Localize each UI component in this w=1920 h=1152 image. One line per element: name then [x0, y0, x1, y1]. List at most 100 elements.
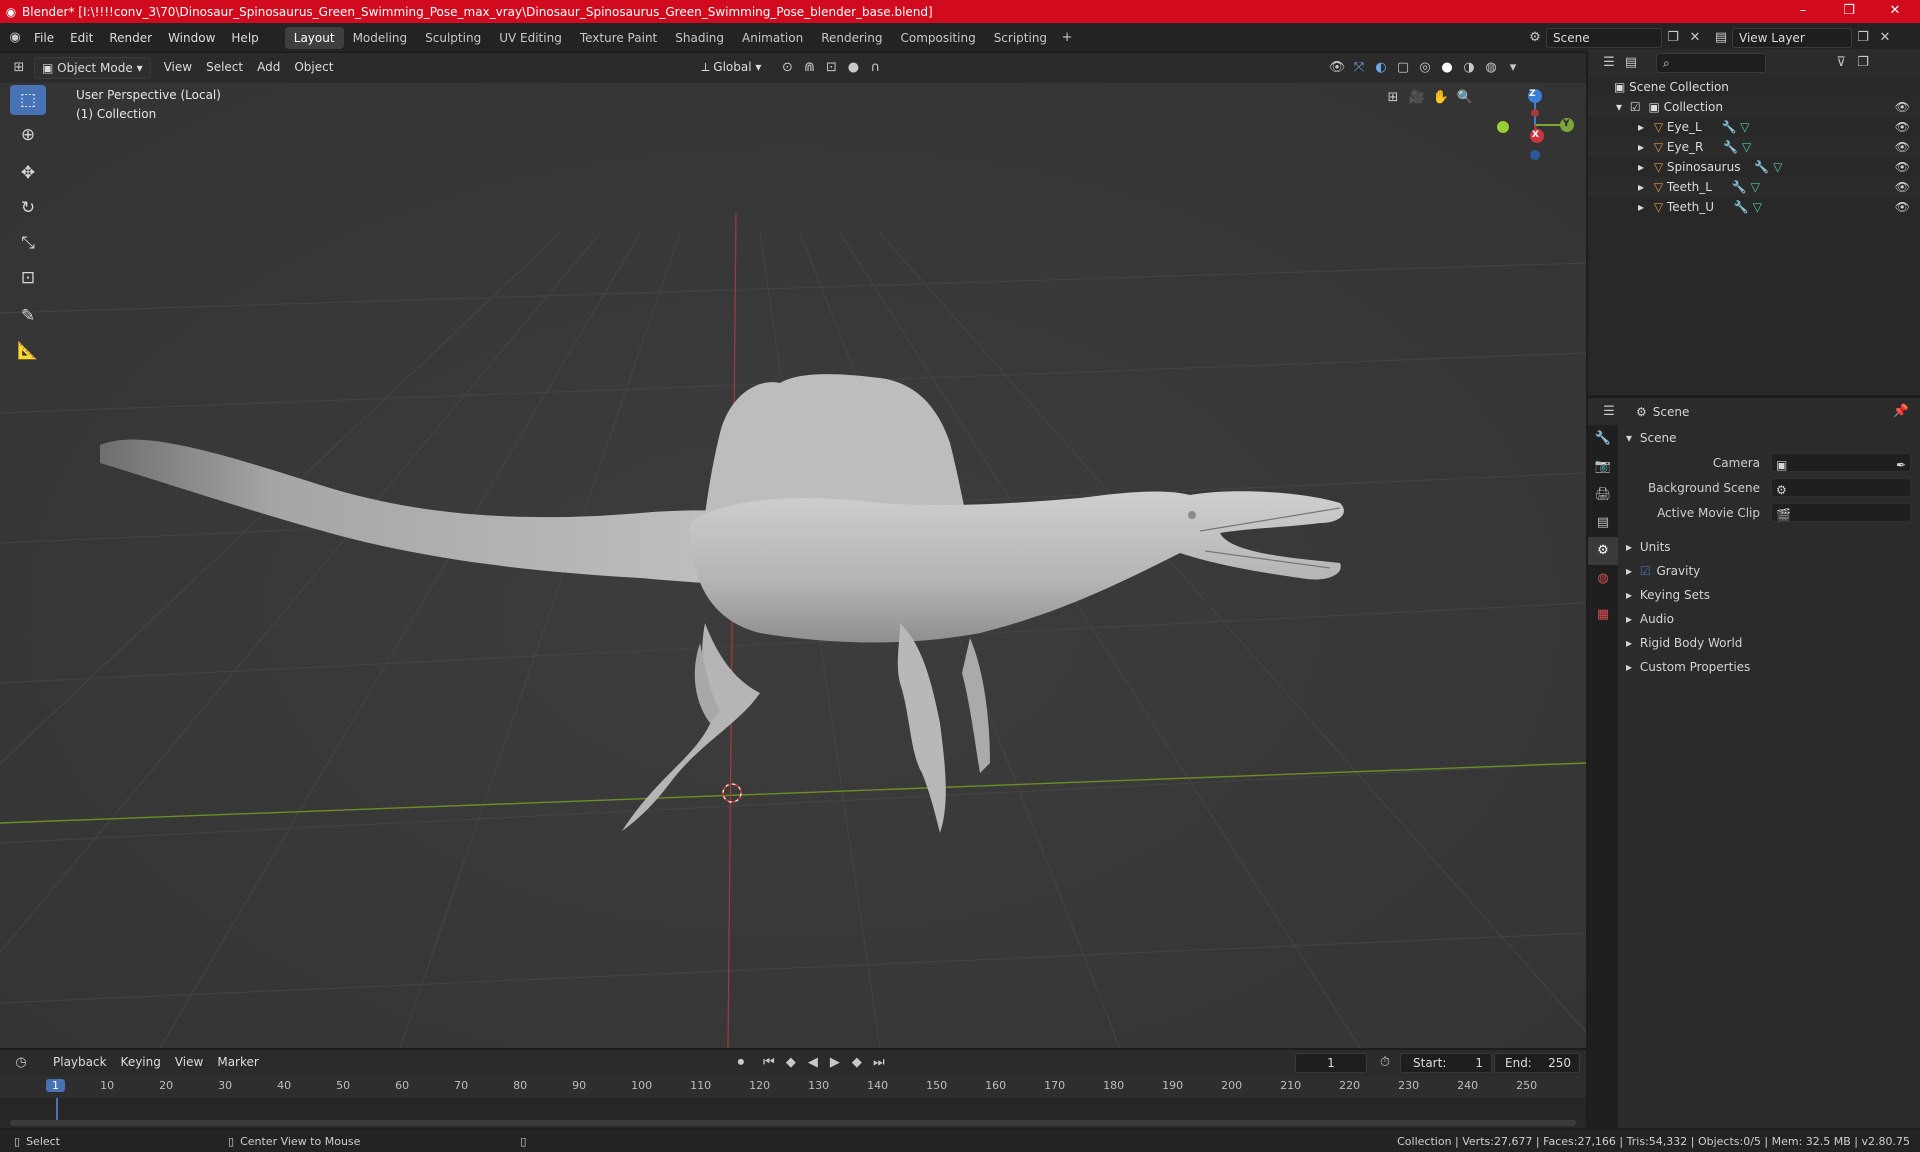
end-frame-field[interactable]: End: 250 [1494, 1053, 1580, 1073]
eye-icon[interactable]: 👁 [1895, 157, 1910, 177]
view-layer-tab-icon[interactable]: ▤ [1588, 509, 1618, 537]
expand-arrow-icon[interactable]: ▾ [1616, 100, 1622, 114]
expand-arrow-icon[interactable]: ▸ [1638, 140, 1644, 154]
tab-animation[interactable]: Animation [733, 27, 812, 49]
tool-tab-icon[interactable]: 🔧 [1588, 425, 1618, 453]
scene-icon[interactable]: ⚙ [1524, 27, 1546, 49]
custom-properties-section[interactable]: ▸ Custom Properties [1618, 656, 1920, 678]
active-movie-clip-field[interactable]: 🎬 [1771, 503, 1911, 522]
timeline-scrollbar[interactable] [10, 1120, 1576, 1126]
outliner-object-row[interactable]: ▸ ▽ Teeth_U 🔧 ▽ 👁 [1588, 197, 1920, 217]
blender-menu-icon[interactable]: ◉ [4, 27, 26, 49]
toggle-camera-view-icon[interactable]: ⊞ [1382, 87, 1404, 109]
outliner-object-row[interactable]: ▸ ▽ Eye_L 🔧 ▽ 👁 [1588, 117, 1920, 137]
tab-texture-paint[interactable]: Texture Paint [571, 27, 666, 49]
next-keyframe-icon[interactable]: ◆ [846, 1052, 868, 1074]
current-frame-field[interactable]: 1 [1295, 1053, 1367, 1073]
shading-options-icon[interactable]: ▾ [1502, 57, 1524, 79]
new-scene-icon[interactable]: ❐ [1662, 27, 1684, 49]
start-frame-field[interactable]: Start: 1 [1400, 1053, 1492, 1073]
menu-select[interactable]: Select [199, 57, 250, 79]
move-tool-icon[interactable]: ✥ [10, 158, 46, 188]
scale-tool-icon[interactable]: ⤡ [10, 228, 46, 258]
delete-view-layer-icon[interactable]: ✕ [1874, 27, 1896, 49]
pin-icon[interactable]: 📌 [1890, 401, 1912, 423]
tab-modeling[interactable]: Modeling [344, 27, 417, 49]
menu-view[interactable]: View [157, 57, 199, 79]
background-scene-field[interactable]: ⚙ [1771, 478, 1911, 497]
snap-target-icon[interactable]: ⊡ [820, 57, 842, 79]
view-layer-selector[interactable]: View Layer [1732, 28, 1852, 48]
outliner-editor-type-icon[interactable]: ☰ [1598, 52, 1620, 74]
gizmo-neg-z-icon[interactable] [1530, 150, 1540, 160]
wireframe-shading-icon[interactable]: ◎ [1414, 57, 1436, 79]
keying-sets-section[interactable]: ▸ Keying Sets [1618, 584, 1920, 606]
mode-dropdown[interactable]: ▣ Object Mode ▾ [34, 57, 151, 79]
outliner-search-input[interactable]: ⌕ [1656, 53, 1766, 73]
properties-editor-type-icon[interactable]: ☰ [1598, 401, 1620, 423]
transform-tool-icon[interactable]: ⊡ [10, 263, 46, 293]
xray-icon[interactable]: ▢ [1392, 57, 1414, 79]
record-icon[interactable]: ⏺ [730, 1052, 752, 1074]
timeline-editor-type-icon[interactable]: ◷ [10, 1052, 32, 1074]
scene-panel-header[interactable]: ▾ Scene [1618, 427, 1920, 449]
orientation-dropdown[interactable]: ⟂ Global ▾ [694, 57, 768, 79]
minimize-button[interactable]: – [1780, 0, 1826, 23]
annotate-tool-icon[interactable]: ✎ [10, 301, 46, 331]
menu-help[interactable]: Help [223, 27, 266, 49]
exclude-checkbox[interactable]: ☑ [1630, 100, 1641, 114]
texture-tab-icon[interactable]: ▦ [1588, 601, 1618, 629]
menu-marker[interactable]: Marker [210, 1052, 265, 1074]
outliner-object-row[interactable]: ▸ ▽ Teeth_L 🔧 ▽ 👁 [1588, 177, 1920, 197]
overlay-toggle-icon[interactable]: ◐ [1370, 57, 1392, 79]
eye-icon[interactable]: 👁 [1895, 137, 1910, 157]
jump-start-icon[interactable]: ⏮ [758, 1052, 780, 1074]
eye-icon[interactable]: 👁 [1895, 197, 1910, 217]
menu-add[interactable]: Add [250, 57, 287, 79]
restore-button[interactable]: ❐ [1826, 0, 1872, 23]
scene-selector[interactable]: Scene [1546, 28, 1662, 48]
cursor-tool-icon[interactable]: ⊕ [10, 120, 46, 150]
outliner-object-row[interactable]: ▸ ▽ Eye_R 🔧 ▽ 👁 [1588, 137, 1920, 157]
menu-file[interactable]: File [26, 27, 62, 49]
keyframe-area[interactable] [0, 1098, 1586, 1120]
editor-type-icon[interactable]: ⊞ [8, 57, 30, 79]
eyedropper-icon[interactable]: ✒ [1896, 454, 1906, 476]
menu-keying[interactable]: Keying [114, 1052, 168, 1074]
menu-window[interactable]: Window [160, 27, 223, 49]
menu-timeline-view[interactable]: View [168, 1052, 210, 1074]
timeline[interactable]: 1 10 20 30 40 50 60 70 80 90 100 110 120 130 140 150 160… [0, 1076, 1586, 1128]
new-view-layer-icon[interactable]: ❐ [1852, 27, 1874, 49]
rendered-shading-icon[interactable]: ◍ [1480, 57, 1502, 79]
gizmo-toggle-icon[interactable]: ⤧ [1348, 57, 1370, 79]
snap-icon[interactable]: ⋒ [798, 57, 820, 79]
outliner-object-row[interactable]: ▸ ▽ Spinosaurus 🔧 ▽ 👁 [1588, 157, 1920, 177]
eye-icon[interactable]: 👁 [1895, 177, 1910, 197]
menu-render[interactable]: Render [101, 27, 160, 49]
view-layer-icon[interactable]: ▤ [1710, 27, 1732, 49]
world-tab-icon[interactable]: ◍ [1588, 565, 1618, 593]
menu-object[interactable]: Object [287, 57, 340, 79]
eye-icon[interactable]: 👁 [1895, 117, 1910, 137]
delete-scene-icon[interactable]: ✕ [1684, 27, 1706, 49]
eye-icon[interactable]: 👁 [1895, 97, 1910, 117]
play-reverse-icon[interactable]: ◀ [802, 1052, 824, 1074]
gizmo-neg-y-icon[interactable] [1497, 121, 1509, 133]
tab-uv-editing[interactable]: UV Editing [490, 27, 571, 49]
play-icon[interactable]: ▶ [824, 1052, 846, 1074]
material-shading-icon[interactable]: ◑ [1458, 57, 1480, 79]
tab-scripting[interactable]: Scripting [985, 27, 1056, 49]
rigid-body-world-section[interactable]: ▸ Rigid Body World [1618, 632, 1920, 654]
zoom-icon[interactable]: 🔍 [1454, 87, 1476, 109]
audio-section[interactable]: ▸ Audio [1618, 608, 1920, 630]
gizmo-neg-x-icon[interactable] [1531, 109, 1539, 117]
pan-hand-icon[interactable]: ✋ [1430, 87, 1452, 109]
visibility-icon[interactable]: 👁 [1326, 57, 1348, 79]
3d-viewport[interactable]: Z Y X ⊞ 🎥 ✋ 🔍 [0, 83, 1586, 1048]
expand-arrow-icon[interactable]: ▸ [1638, 180, 1644, 194]
stopwatch-icon[interactable]: ⏱ [1374, 1052, 1396, 1074]
tab-shading[interactable]: Shading [666, 27, 733, 49]
camera-field[interactable]: ▣ ✒ [1771, 453, 1911, 472]
frame-ruler[interactable]: 1 10 20 30 40 50 60 70 80 90 100 110 120 130 140 150 160… [0, 1076, 1586, 1098]
outliner-scene-collection[interactable]: ▣ Scene Collection [1588, 77, 1920, 97]
